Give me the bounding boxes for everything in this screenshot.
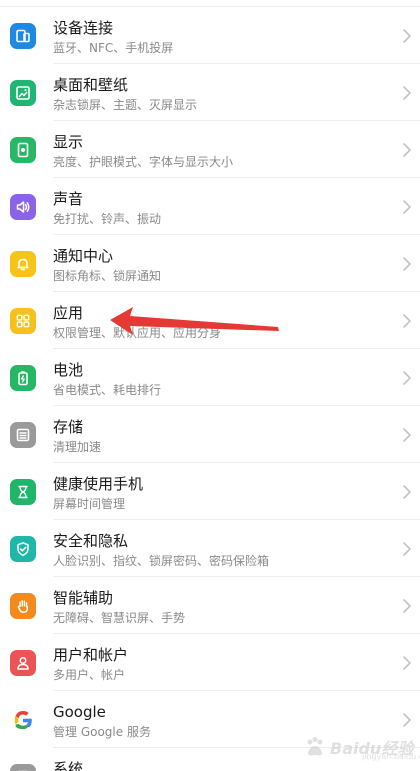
item-title: 存储 — [53, 418, 84, 436]
item-title: 设备连接 — [53, 19, 114, 37]
device-connect-icon — [10, 23, 36, 49]
chevron-right-icon — [403, 428, 411, 442]
settings-item-apps[interactable]: 应用 权限管理、默认应用、应用分身 — [0, 292, 420, 349]
item-subtitle: 人脸识别、指纹、锁屏密码、密码保险箱 — [53, 554, 270, 568]
hourglass-icon — [10, 479, 36, 505]
item-subtitle: 权限管理、默认应用、应用分身 — [53, 326, 222, 340]
chevron-right-icon — [403, 485, 411, 499]
chevron-right-icon — [403, 371, 411, 385]
item-title: 电池 — [53, 361, 84, 379]
item-subtitle: 免打扰、铃声、振动 — [53, 212, 162, 226]
chevron-right-icon — [403, 314, 411, 328]
item-title: 桌面和壁纸 — [53, 76, 129, 94]
settings-item-smart-assistance[interactable]: 智能辅助 无障碍、智慧识屏、手势 — [0, 577, 420, 634]
item-subtitle: 管理 Google 服务 — [53, 725, 151, 739]
settings-item-users-accounts[interactable]: 用户和帐户 多用户、帐户 — [0, 634, 420, 691]
item-subtitle: 多用户、帐户 — [53, 668, 126, 682]
shield-icon — [10, 536, 36, 562]
item-subtitle: 亮度、护眼模式、字体与显示大小 — [53, 155, 234, 169]
sound-icon — [10, 194, 36, 220]
chevron-right-icon — [403, 29, 411, 43]
item-title: 通知中心 — [53, 247, 114, 265]
item-title: 安全和隐私 — [53, 532, 129, 550]
item-subtitle: 图标角标、锁屏通知 — [53, 269, 162, 283]
chevron-right-icon — [403, 713, 411, 727]
chevron-right-icon — [403, 143, 411, 157]
item-title: 用户和帐户 — [53, 646, 129, 664]
apps-grid-icon — [10, 308, 36, 334]
item-subtitle: 省电模式、耗电排行 — [53, 383, 162, 397]
chevron-right-icon — [403, 200, 411, 214]
settings-item-digital-balance[interactable]: 健康使用手机 屏幕时间管理 — [0, 463, 420, 520]
settings-item-display[interactable]: 显示 亮度、护眼模式、字体与显示大小 — [0, 121, 420, 178]
settings-screen: 设备连接 蓝牙、NFC、手机投屏 桌面和壁纸 杂志锁屏、主题、灭屏显示 显示 亮… — [0, 0, 420, 771]
system-icon — [10, 764, 36, 771]
item-subtitle: 无障碍、智慧识屏、手势 — [53, 611, 186, 625]
item-title: 智能辅助 — [53, 589, 114, 607]
google-g-icon — [10, 707, 36, 733]
item-title: Google — [53, 703, 106, 721]
settings-list: 设备连接 蓝牙、NFC、手机投屏 桌面和壁纸 杂志锁屏、主题、灭屏显示 显示 亮… — [0, 7, 420, 771]
item-subtitle: 杂志锁屏、主题、灭屏显示 — [53, 98, 198, 112]
settings-item-notifications[interactable]: 通知中心 图标角标、锁屏通知 — [0, 235, 420, 292]
watermark-url: jingyan.baidu.com — [362, 752, 420, 761]
item-subtitle: 屏幕时间管理 — [53, 497, 126, 511]
baidu-jingyan-watermark: Baidu经验 jingyan.baidu.com — [304, 733, 420, 763]
battery-icon — [10, 365, 36, 391]
item-subtitle: 蓝牙、NFC、手机投屏 — [53, 41, 174, 55]
storage-icon — [10, 422, 36, 448]
settings-item-sound[interactable]: 声音 免打扰、铃声、振动 — [0, 178, 420, 235]
settings-item-storage[interactable]: 存储 清理加速 — [0, 406, 420, 463]
settings-item-battery[interactable]: 电池 省电模式、耗电排行 — [0, 349, 420, 406]
item-title: 系统 — [53, 760, 84, 771]
chevron-right-icon — [403, 599, 411, 613]
settings-item-security-privacy[interactable]: 安全和隐私 人脸识别、指纹、锁屏密码、密码保险箱 — [0, 520, 420, 577]
item-title: 应用 — [53, 304, 84, 322]
previous-item-edge — [0, 0, 420, 7]
display-icon — [10, 137, 36, 163]
chevron-right-icon — [403, 542, 411, 556]
item-title: 声音 — [53, 190, 84, 208]
chevron-right-icon — [403, 656, 411, 670]
user-icon — [10, 650, 36, 676]
bell-icon — [10, 251, 36, 277]
chevron-right-icon — [403, 257, 411, 271]
wallpaper-icon — [10, 80, 36, 106]
hand-icon — [10, 593, 36, 619]
settings-item-home-wallpaper[interactable]: 桌面和壁纸 杂志锁屏、主题、灭屏显示 — [0, 64, 420, 121]
chevron-right-icon — [403, 86, 411, 100]
item-subtitle: 清理加速 — [53, 440, 102, 454]
item-title: 显示 — [53, 133, 84, 151]
settings-item-device-connection[interactable]: 设备连接 蓝牙、NFC、手机投屏 — [0, 7, 420, 64]
item-title: 健康使用手机 — [53, 475, 144, 493]
